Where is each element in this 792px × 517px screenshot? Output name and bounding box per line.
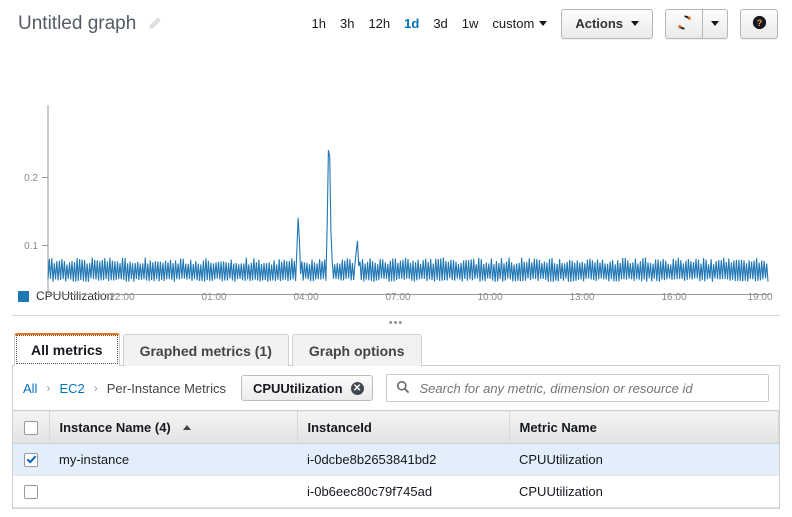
x-tick-label: 19:00 — [747, 292, 772, 303]
breadcrumb-separator: › — [46, 381, 50, 395]
search-icon — [396, 380, 410, 397]
time-range-1w[interactable]: 1w — [462, 16, 479, 31]
y-tick-labels: 0.2 0.1 — [24, 173, 38, 252]
metrics-panel: All › EC2 › Per-Instance Metrics CPUUtil… — [12, 365, 780, 509]
breadcrumb-separator: › — [94, 381, 98, 395]
resize-grip[interactable]: ••• — [0, 318, 792, 329]
x-tick-label: 10:00 — [477, 292, 502, 303]
refresh-icon — [676, 14, 693, 34]
table-row[interactable]: i-0b6eec80c79f745ad CPUUtilization — [13, 476, 779, 508]
row-checkbox[interactable] — [24, 453, 38, 467]
select-all-checkbox[interactable] — [24, 421, 38, 435]
cell-instance-name — [49, 476, 297, 508]
row-select-cell[interactable] — [13, 476, 49, 508]
metrics-tabs: All metrics Graphed metrics (1) Graph op… — [0, 333, 792, 366]
cell-instance-id: i-0b6eec80c79f745ad — [297, 476, 509, 508]
graph-toolbar: Untitled graph 1h 3h 12h 1d 3d 1w custom… — [0, 0, 792, 47]
chevron-down-icon — [631, 21, 639, 26]
x-tick-label: 07:00 — [385, 292, 410, 303]
panel-divider — [12, 315, 780, 316]
x-tick-labels: 22:00 01:00 04:00 07:00 10:00 13:00 16:0… — [0, 289, 792, 305]
filter-bar: All › EC2 › Per-Instance Metrics CPUUtil… — [13, 366, 779, 410]
time-range-custom[interactable]: custom — [492, 16, 547, 31]
x-tick-label: 13:00 — [569, 292, 594, 303]
svg-text:?: ? — [756, 17, 761, 27]
series-line-cpuutilization — [48, 150, 768, 282]
time-range-12h[interactable]: 12h — [368, 16, 390, 31]
actions-button[interactable]: Actions — [561, 9, 653, 39]
select-all-header[interactable] — [13, 411, 49, 444]
chart-canvas: 0.2 0.1 — [0, 47, 792, 295]
table-row[interactable]: my-instance i-0dcbe8b2653841bd2 CPUUtili… — [13, 444, 779, 476]
breadcrumb-per-instance-metrics: Per-Instance Metrics — [107, 381, 226, 396]
tab-graph-options[interactable]: Graph options — [292, 334, 422, 366]
row-checkbox[interactable] — [24, 485, 38, 499]
cell-instance-id: i-0dcbe8b2653841bd2 — [297, 444, 509, 476]
chevron-down-icon — [711, 21, 719, 26]
search-input[interactable] — [418, 380, 759, 397]
metrics-table: Instance Name (4) InstanceId Metric Name… — [13, 410, 779, 508]
cell-metric-name: CPUUtilization — [509, 476, 779, 508]
help-circle-icon: ? — [751, 14, 768, 34]
search-box[interactable] — [386, 374, 769, 402]
column-header-label: InstanceId — [308, 420, 372, 435]
column-header-instance-id[interactable]: InstanceId — [297, 411, 509, 444]
cell-instance-name: my-instance — [49, 444, 297, 476]
time-range-selector: 1h 3h 12h 1d 3d 1w custom — [312, 16, 548, 31]
x-tick-label: 16:00 — [661, 292, 686, 303]
metric-chart: 0.2 0.1 22:00 01:00 04:00 07:00 10:00 13… — [0, 47, 792, 295]
column-header-instance-name[interactable]: Instance Name (4) — [49, 411, 297, 444]
close-circle-icon[interactable]: ✕ — [351, 382, 364, 395]
column-header-label: Metric Name — [520, 420, 597, 435]
time-range-3d[interactable]: 3d — [433, 16, 447, 31]
row-select-cell[interactable] — [13, 444, 49, 476]
y-tick-marks — [42, 178, 48, 246]
time-range-3h[interactable]: 3h — [340, 16, 354, 31]
refresh-button[interactable] — [665, 9, 703, 39]
tab-graphed-metrics[interactable]: Graphed metrics (1) — [123, 334, 289, 366]
page-title: Untitled graph — [18, 13, 136, 35]
filter-chip-label: CPUUtilization — [253, 381, 343, 396]
actions-button-label: Actions — [575, 16, 623, 31]
sort-ascending-icon — [183, 425, 191, 430]
filter-chip-cpuutilization[interactable]: CPUUtilization ✕ — [241, 375, 373, 401]
x-tick-label: 22:00 — [109, 292, 134, 303]
refresh-button-group — [665, 9, 728, 39]
pencil-icon[interactable] — [147, 16, 162, 31]
time-range-custom-label: custom — [492, 16, 534, 31]
column-header-metric-name[interactable]: Metric Name — [509, 411, 779, 444]
svg-text:0.2: 0.2 — [24, 173, 38, 184]
time-range-1d[interactable]: 1d — [404, 16, 419, 31]
x-tick-label: 01:00 — [201, 292, 226, 303]
help-button[interactable]: ? — [740, 9, 778, 39]
chevron-down-icon — [539, 21, 547, 26]
cell-metric-name: CPUUtilization — [509, 444, 779, 476]
svg-text:0.1: 0.1 — [24, 241, 38, 252]
tab-all-metrics[interactable]: All metrics — [14, 333, 120, 366]
column-header-label: Instance Name (4) — [60, 420, 171, 435]
table-header-row: Instance Name (4) InstanceId Metric Name — [13, 411, 779, 444]
refresh-options-button[interactable] — [703, 9, 728, 39]
x-tick-label: 04:00 — [293, 292, 318, 303]
breadcrumb-all[interactable]: All — [23, 381, 37, 396]
time-range-1h[interactable]: 1h — [312, 16, 326, 31]
breadcrumb-ec2[interactable]: EC2 — [59, 381, 84, 396]
